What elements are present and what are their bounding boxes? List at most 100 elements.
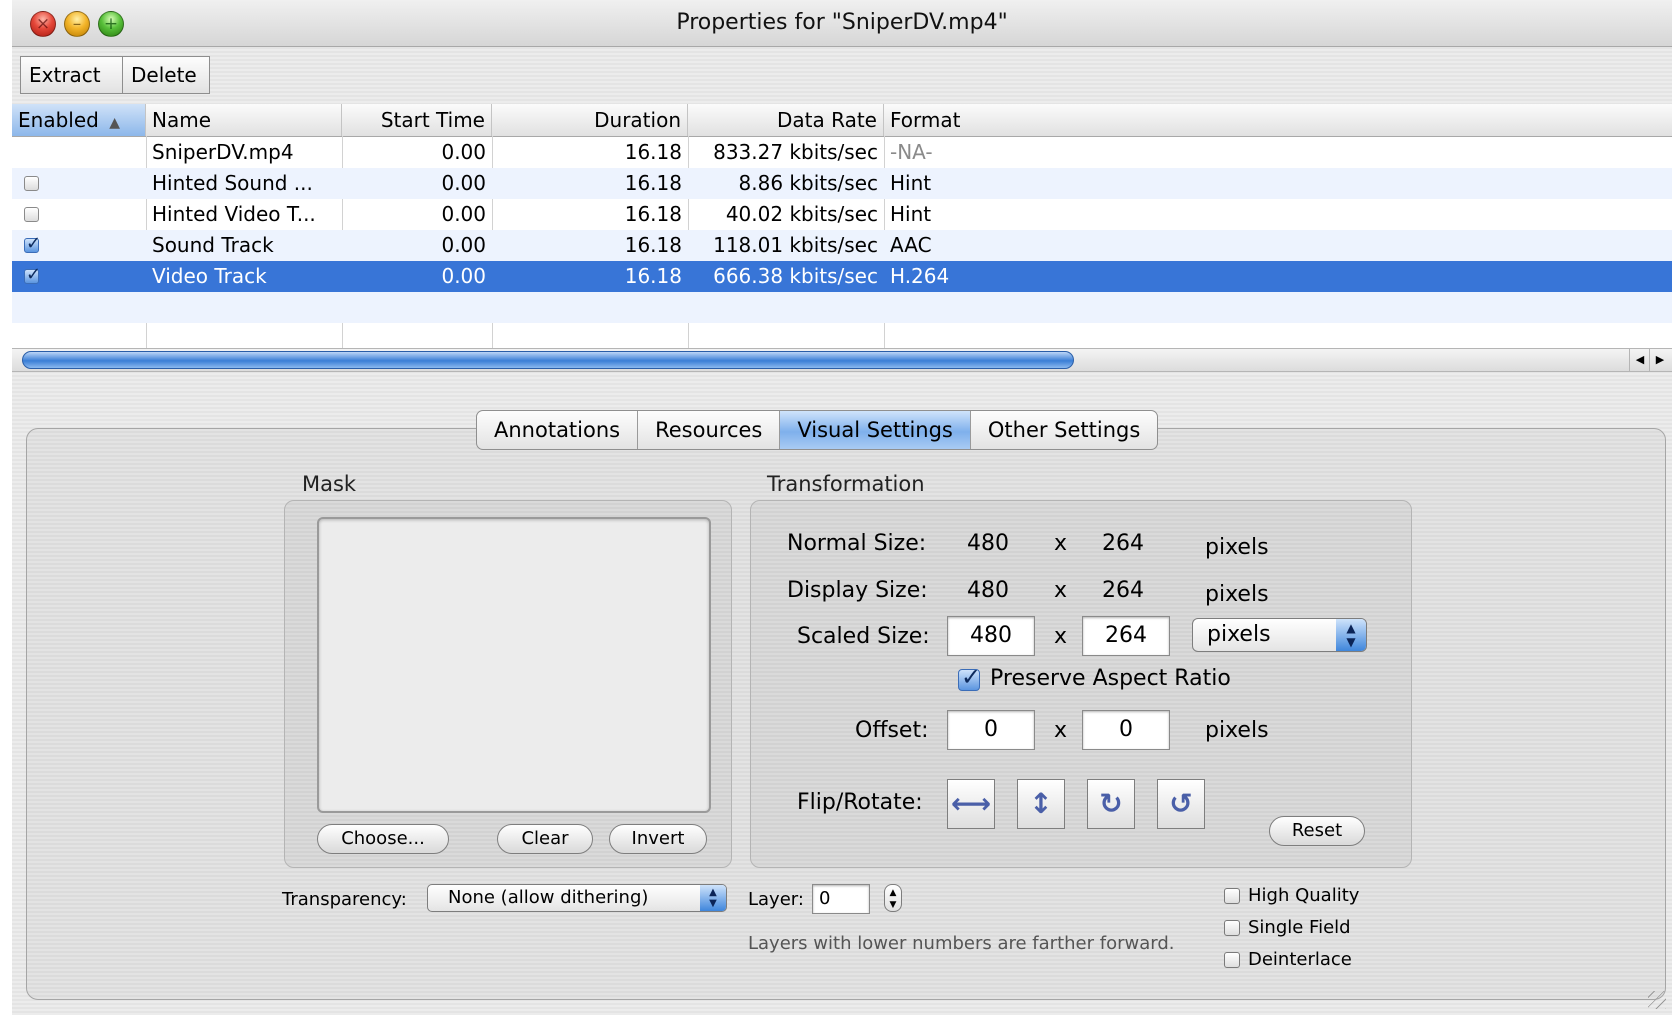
- display-size-label: Display Size:: [787, 578, 928, 603]
- layer-field[interactable]: 0: [812, 884, 870, 914]
- high-quality-checkbox[interactable]: [1224, 888, 1240, 904]
- track-enabled-checkbox[interactable]: [24, 176, 39, 191]
- track-data-rate: 40.02 kbits/sec: [725, 202, 878, 226]
- column-header-data-rate[interactable]: Data Rate: [688, 104, 884, 136]
- sort-ascending-icon: ▲: [109, 115, 120, 131]
- scaled-size-label: Scaled Size:: [797, 624, 930, 649]
- deinterlace-checkbox[interactable]: [1224, 952, 1240, 968]
- times-sign: x: [1054, 531, 1068, 556]
- tab-resources[interactable]: Resources: [638, 411, 781, 449]
- track-format: -NA-: [890, 140, 933, 164]
- horizontal-scrollbar[interactable]: ◀ ▶: [12, 348, 1672, 372]
- normal-size-unit: pixels: [1205, 535, 1269, 560]
- offset-unit: pixels: [1205, 718, 1269, 743]
- track-start-time: 0.00: [441, 233, 486, 257]
- chevron-updown-icon: ▲ ▼: [700, 885, 726, 911]
- track-duration: 16.18: [624, 202, 682, 226]
- column-header-enabled[interactable]: Enabled ▲: [12, 104, 146, 136]
- table-row-selected[interactable]: Video Track 0.00 16.18 666.38 kbits/sec …: [12, 261, 1672, 292]
- transformation-group-title: Transformation: [767, 472, 925, 496]
- tracks-table: Enabled ▲ Name Start Time Duration Data …: [12, 104, 1672, 348]
- transparency-label: Transparency:: [282, 889, 407, 910]
- scaled-width-field[interactable]: 480: [947, 616, 1035, 656]
- scaled-height-field[interactable]: 264: [1082, 616, 1170, 656]
- delete-button[interactable]: Delete: [122, 56, 210, 94]
- flip-rotate-label: Flip/Rotate:: [797, 790, 923, 815]
- offset-label: Offset:: [855, 718, 929, 743]
- track-start-time: 0.00: [441, 202, 486, 226]
- table-row[interactable]: Sound Track 0.00 16.18 118.01 kbits/sec …: [12, 230, 1672, 261]
- flip-vertical-icon[interactable]: ↕: [1017, 779, 1065, 829]
- display-height-value: 264: [1102, 578, 1144, 603]
- track-data-rate: 8.86 kbits/sec: [738, 171, 878, 195]
- layer-stepper[interactable]: ▲ ▼: [884, 884, 902, 912]
- high-quality-label: High Quality: [1248, 885, 1360, 906]
- preserve-aspect-ratio-label: Preserve Aspect Ratio: [990, 666, 1231, 691]
- normal-width-value: 480: [967, 531, 1009, 556]
- track-format: H.264: [890, 264, 950, 288]
- column-header-start-time[interactable]: Start Time: [342, 104, 492, 136]
- offset-x-field[interactable]: 0: [947, 710, 1035, 750]
- track-duration: 16.18: [624, 264, 682, 288]
- transparency-popup[interactable]: None (allow dithering) ▲ ▼: [427, 884, 727, 912]
- single-field-label: Single Field: [1248, 917, 1351, 938]
- track-start-time: 0.00: [441, 140, 486, 164]
- rotate-clockwise-icon[interactable]: ↻: [1087, 779, 1135, 829]
- column-header-duration[interactable]: Duration: [492, 104, 688, 136]
- clear-mask-button[interactable]: Clear: [497, 824, 593, 854]
- tab-visual-settings[interactable]: Visual Settings: [780, 411, 971, 449]
- scaled-unit-popup[interactable]: pixels ▲ ▼: [1192, 618, 1367, 652]
- track-name: Hinted Video T...: [152, 202, 316, 226]
- transparency-value: None (allow dithering): [448, 887, 649, 908]
- track-duration: 16.18: [624, 140, 682, 164]
- mask-group-title: Mask: [302, 472, 357, 496]
- display-size-unit: pixels: [1205, 582, 1269, 607]
- scroll-left-arrow-icon[interactable]: ◀: [1629, 349, 1650, 371]
- column-header-name[interactable]: Name: [146, 104, 342, 136]
- single-field-checkbox[interactable]: [1224, 920, 1240, 936]
- properties-window: × – + Properties for "SniperDV.mp4" Extr…: [12, 0, 1672, 1015]
- track-name: Hinted Sound ...: [152, 171, 313, 195]
- track-format: Hint: [890, 202, 932, 226]
- scaled-unit-value: pixels: [1207, 622, 1271, 647]
- times-sign: x: [1054, 624, 1068, 649]
- layer-label: Layer:: [748, 889, 804, 910]
- track-format: Hint: [890, 171, 932, 195]
- tab-other-settings[interactable]: Other Settings: [971, 411, 1157, 449]
- scrollbar-thumb[interactable]: [22, 351, 1074, 369]
- track-enabled-checkbox[interactable]: [24, 233, 41, 254]
- rotate-counterclockwise-icon[interactable]: ↺: [1157, 779, 1205, 829]
- table-row[interactable]: Hinted Sound ... 0.00 16.18 8.86 kbits/s…: [12, 168, 1672, 199]
- reset-button[interactable]: Reset: [1269, 816, 1365, 846]
- scroll-right-arrow-icon[interactable]: ▶: [1649, 349, 1670, 371]
- track-name: Video Track: [152, 264, 267, 288]
- track-data-rate: 833.27 kbits/sec: [713, 140, 878, 164]
- window-title: Properties for "SniperDV.mp4": [676, 10, 1008, 35]
- column-header-format[interactable]: Format: [884, 104, 1672, 136]
- mask-image-well[interactable]: [317, 517, 711, 813]
- normal-size-label: Normal Size:: [787, 531, 927, 556]
- title-bar[interactable]: × – + Properties for "SniperDV.mp4": [12, 0, 1672, 47]
- table-row[interactable]: SniperDV.mp4 0.00 16.18 833.27 kbits/sec…: [12, 137, 1672, 168]
- track-data-rate: 118.01 kbits/sec: [713, 233, 878, 257]
- deinterlace-label: Deinterlace: [1248, 949, 1352, 970]
- table-header: Enabled ▲ Name Start Time Duration Data …: [12, 104, 1672, 137]
- preserve-aspect-ratio-checkbox[interactable]: [958, 663, 981, 691]
- choose-mask-button[interactable]: Choose...: [317, 824, 449, 854]
- track-duration: 16.18: [624, 233, 682, 257]
- tab-annotations[interactable]: Annotations: [477, 411, 639, 449]
- track-format: AAC: [890, 233, 932, 257]
- extract-button[interactable]: Extract: [20, 56, 123, 94]
- times-sign: x: [1054, 718, 1068, 743]
- track-start-time: 0.00: [441, 264, 486, 288]
- resize-grip-icon[interactable]: [1648, 991, 1666, 1009]
- track-enabled-checkbox[interactable]: [24, 264, 41, 285]
- normal-height-value: 264: [1102, 531, 1144, 556]
- table-row[interactable]: Hinted Video T... 0.00 16.18 40.02 kbits…: [12, 199, 1672, 230]
- chevron-updown-icon: ▲ ▼: [1336, 619, 1366, 651]
- flip-horizontal-icon[interactable]: ⟷: [947, 779, 995, 829]
- offset-y-field[interactable]: 0: [1082, 710, 1170, 750]
- track-duration: 16.18: [624, 171, 682, 195]
- invert-mask-button[interactable]: Invert: [609, 824, 707, 854]
- track-enabled-checkbox[interactable]: [24, 207, 39, 222]
